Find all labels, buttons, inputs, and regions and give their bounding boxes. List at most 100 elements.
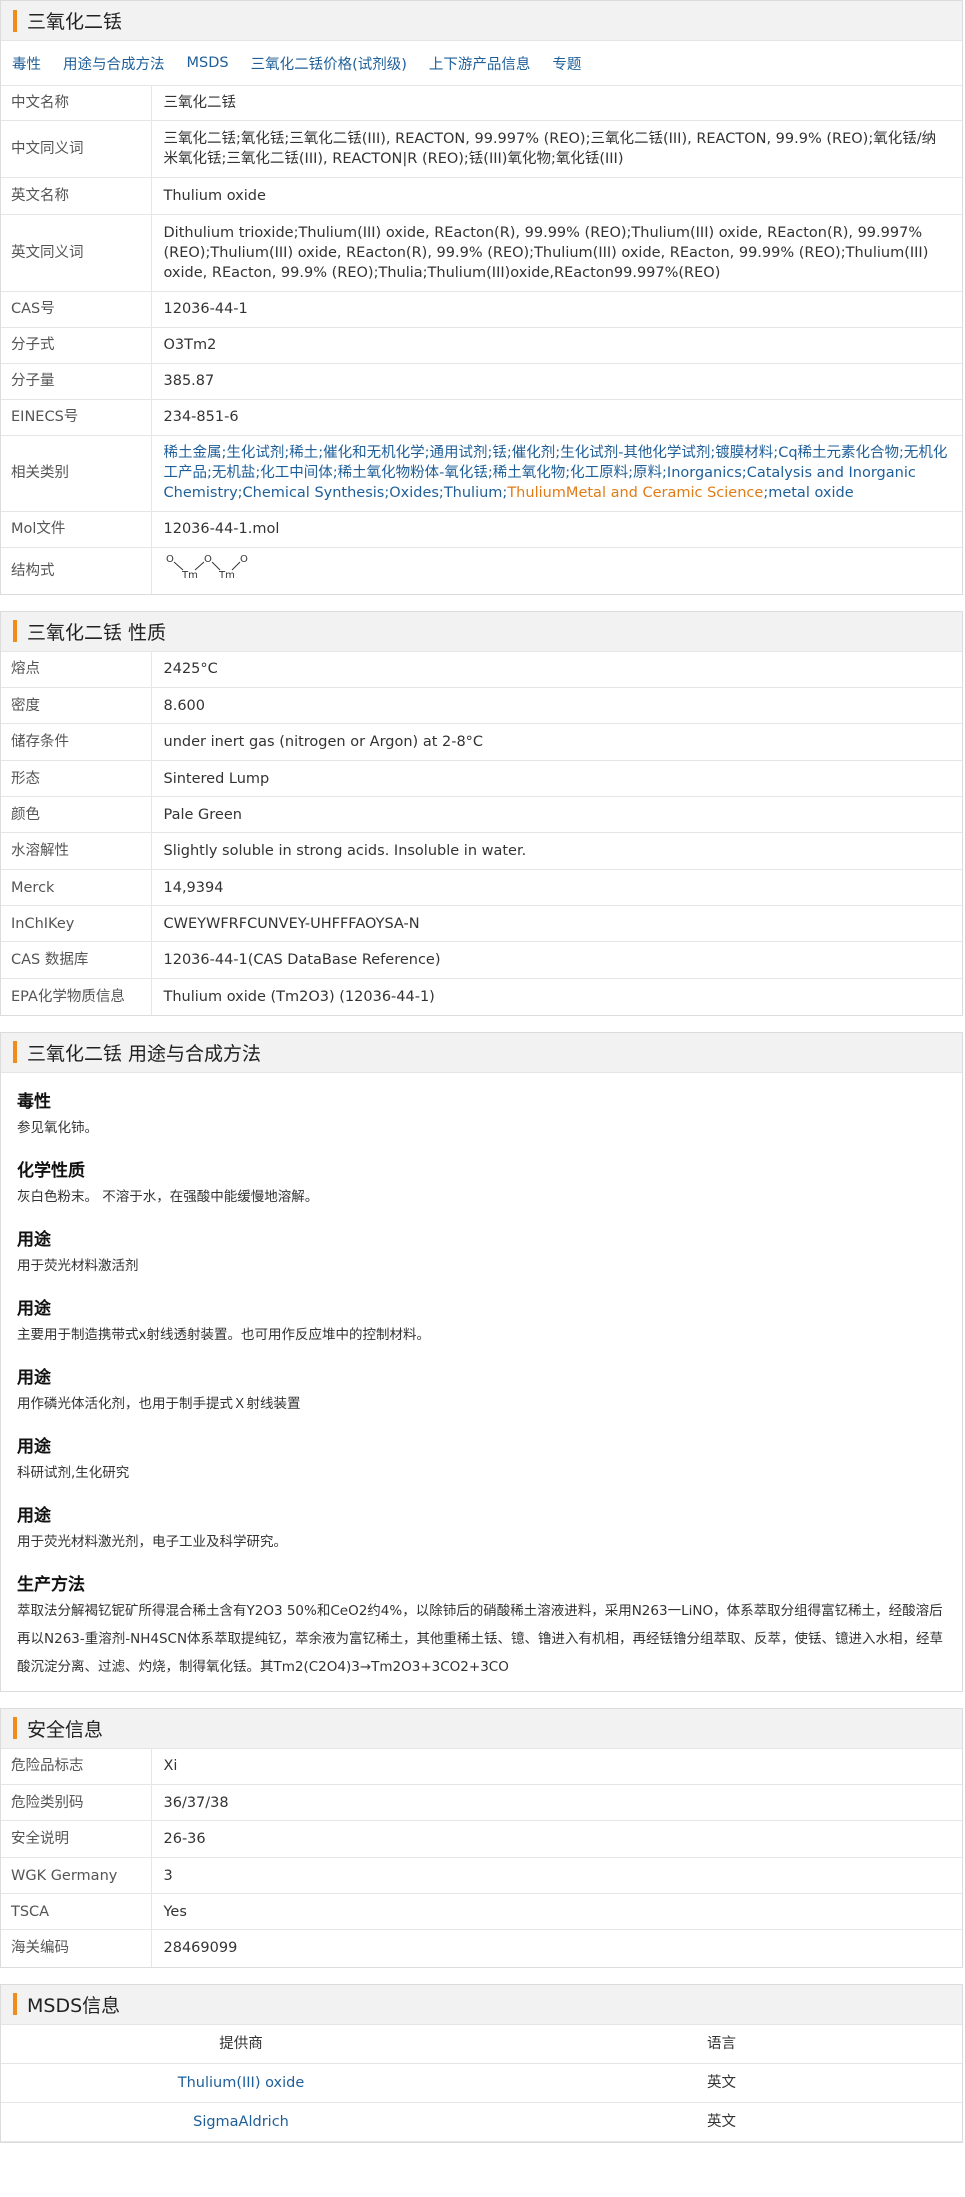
row-value: 2425°C: [151, 651, 962, 688]
row-label: 分子式: [1, 327, 152, 364]
table-row: 结构式 O Tm O Tm O: [1, 547, 962, 594]
table-row: 分子式 O3Tm2: [1, 327, 962, 364]
nav-link-msds[interactable]: MSDS: [187, 55, 229, 71]
basic-info-section: 三氧化二铥 毒性 用途与合成方法 MSDS 三氧化二铥价格(试剂级) 上下游产品…: [0, 0, 963, 595]
row-label: Merck: [1, 869, 152, 906]
section-header: 安全信息: [1, 1708, 962, 1749]
safety-section: 安全信息 危险品标志 Xi 危险类别码 36/37/38 安全说明 26-36 WGK…: [0, 1707, 963, 1968]
row-label: 分子量: [1, 363, 152, 400]
atom-label: Tm: [218, 570, 235, 581]
cas-database-link[interactable]: 12036-44-1(CAS DataBase Reference): [151, 941, 962, 979]
table-row: 颜色 Pale Green: [1, 796, 962, 833]
structure-formula-image: O Tm O Tm O: [166, 554, 248, 581]
table-row: 密度 8.600: [1, 687, 962, 724]
row-label: 安全说明: [1, 1820, 152, 1858]
row-label: EPA化学物质信息: [1, 978, 152, 1015]
row-label: 危险类别码: [1, 1784, 152, 1821]
usage-heading: 用途: [17, 1505, 51, 1526]
epa-info-link[interactable]: Thulium oxide (Tm2O3) (12036-44-1): [151, 979, 962, 1015]
row-value: 12036-44-1: [151, 291, 962, 328]
category-link-highlight[interactable]: ThuliumMetal and Ceramic Science: [507, 485, 763, 501]
row-label: EINECS号: [1, 399, 152, 436]
table-row: 中文同义词 三氧化二铥;氧化铥;三氧化二铥(III), REACTON, 99.…: [1, 120, 962, 178]
row-label: 相关类别: [1, 435, 152, 512]
row-value: 8.600: [151, 687, 962, 724]
msds-table: 提供商 语言 Thulium(III) oxide 英文 SigmaAldric…: [1, 2024, 962, 2142]
table-row: 英文同义词 Dithulium trioxide;Thulium(III) ox…: [1, 214, 962, 292]
usage-text: 用于荧光材料激光剂，电子工业及科学研究。: [17, 1533, 287, 1550]
usage-text: 用于荧光材料激活剂: [17, 1257, 139, 1274]
msds-provider-link[interactable]: Thulium(III) oxide: [1, 2063, 481, 2103]
row-value: 三氧化二铥;氧化铥;三氧化二铥(III), REACTON, 99.997% (…: [151, 120, 962, 178]
table-row: TSCA Yes: [1, 1893, 962, 1930]
accent-bar: [13, 9, 17, 32]
usage-heading: 化学性质: [17, 1160, 85, 1181]
table-row: Thulium(III) oxide 英文: [1, 2063, 962, 2103]
nav-link-price[interactable]: 三氧化二铥价格(试剂级): [251, 53, 407, 74]
nav-link-topic[interactable]: 专题: [552, 53, 581, 74]
usage-heading: 生产方法: [17, 1574, 85, 1595]
safety-code-link[interactable]: 26-36: [151, 1820, 962, 1858]
row-label: 熔点: [1, 651, 152, 688]
table-row: CAS号 12036-44-1: [1, 291, 962, 328]
usage-text: 用作磷光体活化剂，也用于制手提式Ｘ射线装置: [17, 1395, 301, 1412]
atom-label: Tm: [181, 570, 198, 581]
table-row: 分子量 385.87: [1, 363, 962, 400]
hazard-symbol-link[interactable]: Xi: [151, 1748, 962, 1785]
row-label: 颜色: [1, 796, 152, 833]
row-value: Yes: [151, 1893, 962, 1930]
row-value: under inert gas (nitrogen or Argon) at 2…: [151, 723, 962, 761]
row-value: CWEYWFRFCUNVEY-UHFFFAOYSA-N: [151, 905, 962, 942]
row-value: 234-851-6: [151, 399, 962, 436]
chinese-name-link[interactable]: 三氧化二铥: [151, 86, 962, 121]
table-row: 相关类别 稀土金属;生化试剂;稀土;催化和无机化学;通用试剂;铥;催化剂;生化试…: [1, 435, 962, 512]
properties-section: 三氧化二铥 性质 熔点 2425°C 密度 8.600 储存条件 under iner…: [0, 610, 963, 1016]
msds-provider-link[interactable]: SigmaAldrich: [1, 2102, 481, 2142]
atom-label: O: [204, 554, 212, 565]
row-label: 结构式: [1, 547, 152, 594]
nav-link-products[interactable]: 上下游产品信息: [429, 53, 531, 74]
row-label: 英文同义词: [1, 214, 152, 292]
nav-link-usage[interactable]: 用途与合成方法: [63, 53, 165, 74]
table-row: Merck 14,9394: [1, 869, 962, 906]
column-header-provider: 提供商: [1, 2024, 481, 2064]
table-row: 海关编码 28469099: [1, 1929, 962, 1967]
usage-heading: 用途: [17, 1298, 51, 1319]
table-row: 中文名称 三氧化二铥: [1, 86, 962, 121]
usage-heading: 毒性: [17, 1091, 51, 1112]
table-row: CAS 数据库 12036-44-1(CAS DataBase Reference…: [1, 941, 962, 979]
nav-link-toxicity[interactable]: 毒性: [12, 53, 41, 74]
table-row: EINECS号 234-851-6: [1, 399, 962, 436]
row-label: 形态: [1, 760, 152, 797]
table-header-row: 提供商 语言: [1, 2024, 962, 2064]
msds-language: 英文: [481, 2102, 962, 2142]
table-row: 危险类别码 36/37/38: [1, 1784, 962, 1821]
row-value: 14,9394: [151, 869, 962, 906]
basic-info-table: 中文名称 三氧化二铥 中文同义词 三氧化二铥;氧化铥;三氧化二铥(III), R…: [1, 86, 962, 594]
category-link[interactable]: ;metal oxide: [763, 485, 853, 501]
row-label: 中文名称: [1, 86, 152, 121]
table-row: WGK Germany 3: [1, 1857, 962, 1894]
table-row: SigmaAldrich 英文: [1, 2102, 962, 2142]
section-title: 三氧化二铥: [27, 11, 123, 33]
row-label: InChIKey: [1, 905, 152, 942]
row-label: 海关编码: [1, 1929, 152, 1967]
mol-file-link[interactable]: 12036-44-1.mol: [151, 511, 962, 548]
row-label: 密度: [1, 687, 152, 724]
row-label: Mol文件: [1, 511, 152, 548]
table-row: InChIKey CWEYWFRFCUNVEY-UHFFFAOYSA-N: [1, 905, 962, 942]
table-row: 安全说明 26-36: [1, 1820, 962, 1858]
category-links: 稀土金属;生化试剂;稀土;催化和无机化学;通用试剂;铥;催化剂;生化试剂-其他化…: [151, 435, 962, 512]
row-value: Dithulium trioxide;Thulium(III) oxide, R…: [151, 214, 962, 292]
risk-code-link[interactable]: 36/37/38: [151, 1784, 962, 1821]
usage-section: 三氧化二铥 用途与合成方法 毒性 参见氧化铈。 化学性质 灰白色粉末。 不溶于水…: [0, 1031, 963, 1692]
row-value: 28469099: [163, 1940, 238, 1957]
usage-text: 科研试剂,生化研究: [17, 1464, 130, 1481]
production-method-text: 萃取法分解褐钇铌矿所得混合稀土含有Y2O3 50%和CeO2约4%，以除铈后的硝…: [17, 1602, 944, 1675]
table-row: 储存条件 under inert gas (nitrogen or Argon) …: [1, 723, 962, 761]
usage-text: 主要用于制造携带式x射线透射装置。也可用作反应堆中的控制材料。: [17, 1326, 430, 1343]
properties-table: 熔点 2425°C 密度 8.600 储存条件 under inert gas (ni…: [1, 651, 962, 1015]
row-value: Thulium oxide: [151, 177, 962, 215]
accent-bar: [13, 1993, 17, 2015]
row-label: TSCA: [1, 1893, 152, 1930]
